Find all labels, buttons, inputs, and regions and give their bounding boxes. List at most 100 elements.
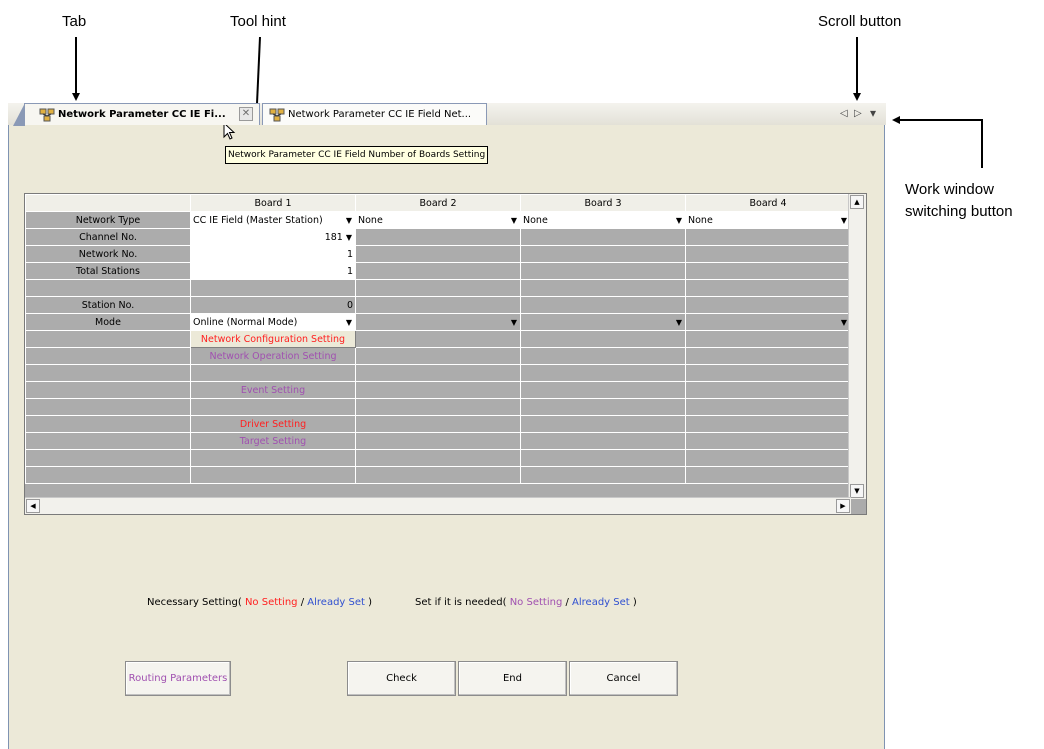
network-parameter-icon <box>39 108 55 122</box>
empty-cell <box>190 398 356 416</box>
empty-cell <box>520 228 686 246</box>
table-row: Event Setting <box>25 381 851 399</box>
tab-close-icon[interactable]: ✕ <box>239 107 253 121</box>
scroll-left-icon[interactable]: ◁ <box>840 108 848 119</box>
empty-cell <box>685 279 851 297</box>
empty-cell <box>25 432 191 450</box>
empty-cell <box>685 228 851 246</box>
mouse-pointer-icon <box>223 122 236 140</box>
table-row: Mode Online (Normal Mode) ▼ ▼ ▼ ▼ <box>25 313 851 331</box>
table-row: Network Configuration Setting <box>25 330 851 348</box>
empty-cell <box>355 381 521 399</box>
empty-cell <box>685 347 851 365</box>
legend-necessary-label: Necessary Setting( <box>147 597 242 608</box>
empty-cell <box>355 228 521 246</box>
header-board-2: Board 2 <box>355 194 521 212</box>
table-row: Network No. 1 <box>25 245 851 263</box>
arrow-work-window <box>892 116 983 168</box>
check-button[interactable]: Check <box>347 661 456 696</box>
event-setting-button[interactable]: Event Setting <box>190 381 356 399</box>
empty-cell <box>25 449 191 467</box>
board-settings-grid: Board 1 Board 2 Board 3 Board 4 Network … <box>24 193 867 515</box>
empty-cell <box>190 279 356 297</box>
network-operation-setting-button[interactable]: Network Operation Setting <box>190 347 356 365</box>
empty-cell <box>355 432 521 450</box>
routing-parameters-button[interactable]: Routing Parameters <box>125 661 231 696</box>
empty-cell <box>685 432 851 450</box>
empty-cell <box>520 415 686 433</box>
empty-cell <box>25 415 191 433</box>
select-value: None <box>688 214 713 226</box>
empty-cell <box>520 398 686 416</box>
setting-if-needed-legend: Set if it is needed( No Setting / Alread… <box>415 597 637 608</box>
header-row: Board 1 Board 2 Board 3 Board 4 <box>25 194 851 212</box>
tool-hint: Network Parameter CC IE Field Number of … <box>225 146 489 164</box>
callout-work-window-line1: Work window <box>905 181 994 198</box>
empty-cell <box>520 245 686 263</box>
scroll-down-icon[interactable]: ▼ <box>850 484 864 498</box>
mode-board-2-select[interactable]: ▼ <box>355 313 521 331</box>
row-label: Network No. <box>25 245 191 263</box>
driver-setting-button[interactable]: Driver Setting <box>190 415 356 433</box>
table-row <box>25 449 851 467</box>
select-value: 181 <box>324 231 343 243</box>
empty-cell <box>685 466 851 484</box>
station-no-board-1-value: 0 <box>190 296 356 314</box>
select-value: Online (Normal Mode) <box>193 316 298 328</box>
table-row: Station No. 0 <box>25 296 851 314</box>
target-setting-button[interactable]: Target Setting <box>190 432 356 450</box>
tab-network-parameter-active[interactable]: Network Parameter CC IE Fi... ✕ <box>13 103 260 126</box>
chevron-down-icon: ▼ <box>675 317 682 327</box>
mode-board-3-select[interactable]: ▼ <box>520 313 686 331</box>
scroll-right-arrow-icon[interactable]: ▶ <box>836 499 850 513</box>
table-row <box>25 466 851 484</box>
legend-no-setting-optional: No Setting <box>509 597 563 608</box>
network-type-board-4-select[interactable]: None ▼ <box>685 211 851 229</box>
network-type-board-1-select[interactable]: CC IE Field (Master Station) ▼ <box>190 211 356 229</box>
network-no-board-1-input[interactable]: 1 <box>190 245 356 263</box>
legend-needed-label: Set if it is needed( <box>415 597 507 608</box>
legend-already-set-optional: Already Set <box>572 597 630 608</box>
callout-scroll-button: Scroll button <box>818 13 902 30</box>
row-label: Station No. <box>25 296 191 314</box>
setting-status-legend: Necessary Setting( No Setting / Already … <box>147 597 372 608</box>
network-type-board-3-select[interactable]: None ▼ <box>520 211 686 229</box>
end-button[interactable]: End <box>458 661 567 696</box>
network-configuration-setting-button[interactable]: Network Configuration Setting <box>190 330 356 348</box>
select-value: None <box>358 214 383 226</box>
empty-cell <box>685 330 851 348</box>
empty-cell <box>520 449 686 467</box>
horizontal-scrollbar[interactable]: ◀ ▶ <box>25 497 851 514</box>
tab-network-parameter-2[interactable]: Network Parameter CC IE Field Net... <box>262 103 487 125</box>
chevron-down-icon: ▼ <box>840 215 847 225</box>
empty-cell <box>25 330 191 348</box>
empty-cell <box>25 279 191 297</box>
header-corner <box>25 194 191 212</box>
vertical-scrollbar[interactable]: ▲ ▼ <box>848 194 866 499</box>
mode-board-1-select[interactable]: Online (Normal Mode) ▼ <box>190 313 356 331</box>
table-row: Network Operation Setting <box>25 347 851 365</box>
legend-close-paren: ) <box>368 597 373 608</box>
chevron-down-icon: ▼ <box>510 317 517 327</box>
scroll-up-icon[interactable]: ▲ <box>850 195 864 209</box>
empty-cell <box>25 347 191 365</box>
total-stations-board-1-input[interactable]: 1 <box>190 262 356 280</box>
row-label: Total Stations <box>25 262 191 280</box>
chevron-down-icon: ▼ <box>345 317 352 327</box>
work-window-switch-icon[interactable]: ▾ <box>870 106 876 120</box>
empty-cell <box>355 262 521 280</box>
legend-slash: / <box>565 597 569 608</box>
channel-no-board-1-select[interactable]: 181 ▼ <box>190 228 356 246</box>
empty-cell <box>355 466 521 484</box>
chevron-down-icon: ▼ <box>345 215 352 225</box>
scroll-right-icon[interactable]: ▷ <box>854 108 862 119</box>
mode-board-4-select[interactable]: ▼ <box>685 313 851 331</box>
table-row: Driver Setting <box>25 415 851 433</box>
cancel-button[interactable]: Cancel <box>569 661 678 696</box>
empty-cell <box>190 364 356 382</box>
empty-cell <box>355 245 521 263</box>
empty-cell <box>520 330 686 348</box>
table-row: Target Setting <box>25 432 851 450</box>
network-type-board-2-select[interactable]: None ▼ <box>355 211 521 229</box>
scroll-left-arrow-icon[interactable]: ◀ <box>26 499 40 513</box>
